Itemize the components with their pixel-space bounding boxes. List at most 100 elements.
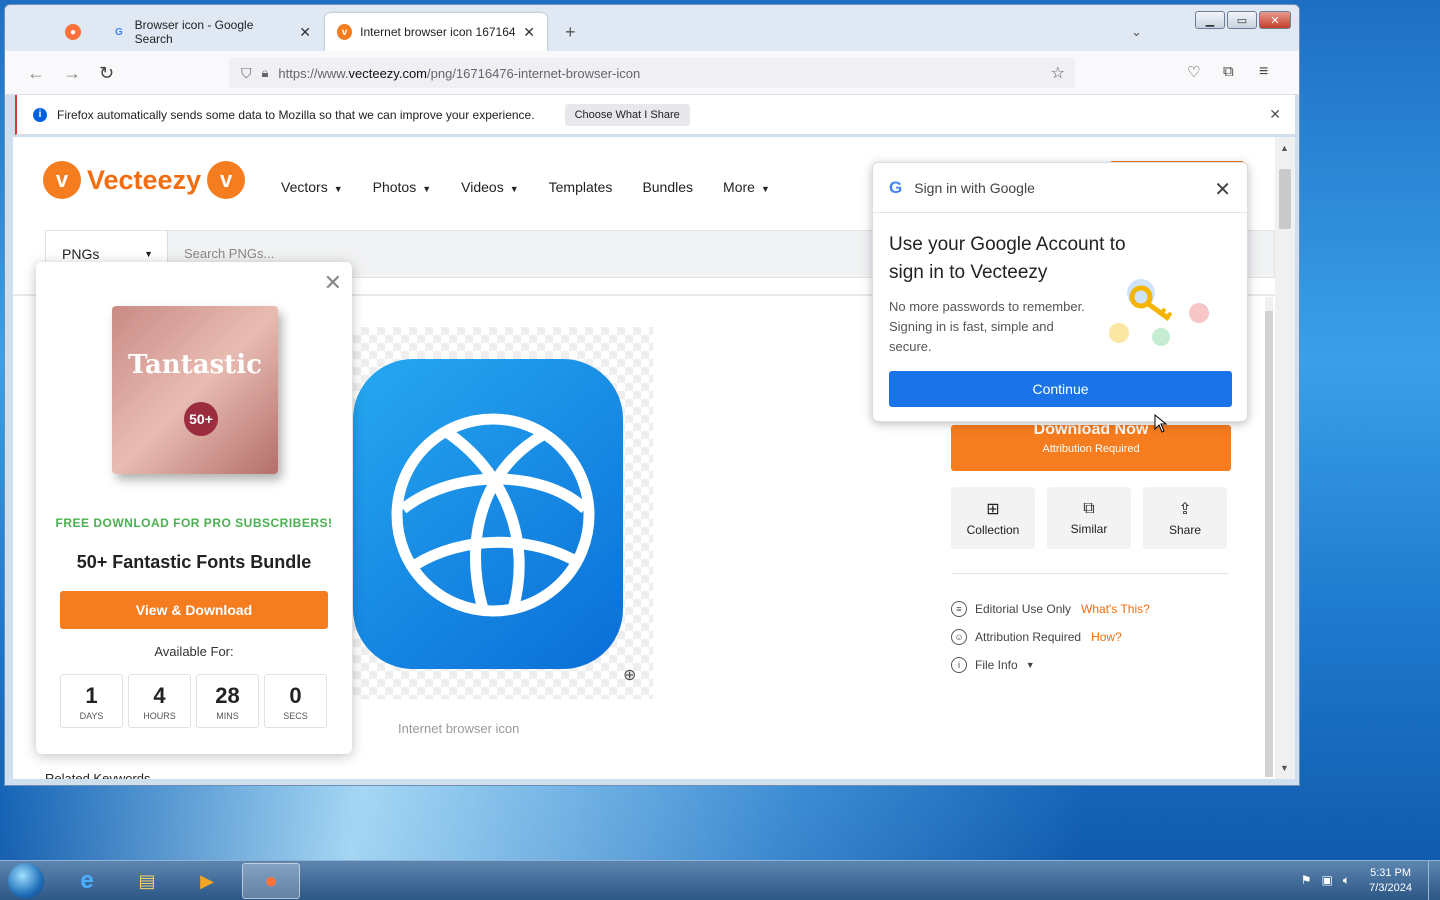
- view-download-button[interactable]: View & Download: [60, 591, 328, 629]
- firefox-icon: ●: [65, 24, 81, 40]
- close-icon[interactable]: ✕: [1214, 177, 1231, 202]
- page-scrollbar[interactable]: ▲ ▼: [1275, 137, 1295, 779]
- whats-this-link[interactable]: What's This?: [1081, 602, 1150, 616]
- telemetry-notification-bar: i Firefox automatically sends some data …: [15, 95, 1295, 135]
- attribution-icon: ☺: [951, 629, 967, 645]
- url-prefix: https://www.: [278, 65, 349, 81]
- key-illustration-icon: [1103, 275, 1213, 355]
- close-icon[interactable]: ✕: [324, 270, 342, 296]
- share-icon: ⇪: [1178, 501, 1192, 518]
- google-popup-header: G Sign in with Google: [873, 163, 1247, 213]
- countdown-unit: SECS: [283, 711, 308, 721]
- zoom-in-icon[interactable]: ⊕: [623, 665, 636, 685]
- promo-title: 50+ Fantastic Fonts Bundle: [76, 552, 312, 572]
- nav-videos[interactable]: Videos ▼: [461, 179, 518, 195]
- countdown-secs: 0 SECS: [264, 674, 327, 728]
- start-button[interactable]: [8, 863, 44, 899]
- vecteezy-logo-mark-icon: v: [43, 161, 81, 199]
- scroll-thumb[interactable]: [1279, 169, 1291, 229]
- tab-firefox-view[interactable]: ●: [53, 13, 95, 51]
- tab-bar: ● G Browser icon - Google Search ✕ v Int…: [5, 5, 1299, 51]
- nav-more[interactable]: More ▼: [723, 179, 770, 195]
- nav-label: Vectors: [281, 179, 328, 195]
- file-info-toggle[interactable]: i File Info ▼: [951, 657, 1035, 673]
- countdown-unit: HOURS: [143, 711, 176, 721]
- close-icon[interactable]: ✕: [523, 24, 535, 41]
- collection-icon: ⊞: [986, 501, 1000, 518]
- chevron-down-icon: ▼: [1025, 660, 1035, 670]
- nav-templates[interactable]: Templates: [549, 179, 613, 195]
- firefox-taskbar-icon[interactable]: ●: [242, 863, 300, 899]
- action-label: Collection: [966, 523, 1020, 537]
- tab-vecteezy[interactable]: v Internet browser icon 16716476 ✕: [325, 13, 547, 51]
- minimize-button[interactable]: ▁: [1195, 11, 1225, 29]
- scroll-down-icon[interactable]: ▼: [1280, 763, 1289, 773]
- shield-icon[interactable]: ⛉: [241, 65, 252, 82]
- nav-toolbar: ← → ↻ ⛉ 🔒︎ https://www.vecteezy.com/png/…: [5, 51, 1299, 95]
- inner-scrollbar[interactable]: [1265, 297, 1273, 777]
- close-icon[interactable]: ✕: [299, 24, 311, 41]
- window-controls: ▁ ▭ ✕: [1195, 11, 1291, 29]
- continue-button[interactable]: Continue: [889, 371, 1232, 407]
- vecteezy-logo[interactable]: v Vecteezy v: [43, 161, 246, 199]
- countdown-value: 0: [289, 683, 302, 708]
- how-link[interactable]: How?: [1091, 630, 1122, 644]
- network-icon[interactable]: ▣: [1321, 873, 1332, 888]
- meta-label: File Info: [975, 658, 1018, 672]
- countdown-mins: 28 MINS: [196, 674, 259, 728]
- clock[interactable]: 5:31 PM 7/3/2024: [1369, 866, 1412, 896]
- chevron-down-icon: ▼: [760, 184, 770, 194]
- show-desktop-button[interactable]: [1428, 861, 1440, 900]
- maximize-button[interactable]: ▭: [1227, 11, 1257, 29]
- choose-what-i-share-button[interactable]: Choose What I Share: [564, 103, 690, 126]
- lock-icon[interactable]: 🔒︎: [262, 65, 269, 81]
- pocket-icon[interactable]: ♡: [1187, 63, 1200, 81]
- google-popup-title: Use your Google Account to sign in to Ve…: [889, 234, 1126, 283]
- close-window-button[interactable]: ✕: [1259, 11, 1291, 29]
- flag-icon[interactable]: ⚑: [1301, 873, 1312, 888]
- countdown-value: 28: [215, 683, 240, 708]
- search-input[interactable]: Search PNGs...: [184, 246, 274, 261]
- notification-text: Firefox automatically sends some data to…: [57, 107, 535, 122]
- tab-list-chevron-icon[interactable]: ⌄: [1119, 13, 1154, 51]
- clock-date: 7/3/2024: [1369, 882, 1412, 894]
- tab-google-search[interactable]: G Browser icon - Google Search ✕: [99, 13, 323, 51]
- file-explorer-icon[interactable]: ▤: [118, 863, 176, 899]
- volume-muted-icon[interactable]: 🔈︎: [1343, 873, 1350, 888]
- chevron-down-icon: ▼: [333, 184, 343, 194]
- chevron-down-icon: ▼: [509, 184, 519, 194]
- media-player-icon[interactable]: ▶: [178, 863, 236, 899]
- url-bar[interactable]: ⛉ 🔒︎ https://www.vecteezy.com/png/167164…: [229, 58, 1075, 88]
- url-path: /png/16716476-internet-browser-icon: [427, 65, 641, 81]
- close-icon[interactable]: ✕: [1269, 106, 1281, 123]
- menu-hamburger-icon[interactable]: ≡: [1259, 63, 1268, 81]
- scroll-up-icon[interactable]: ▲: [1280, 143, 1289, 153]
- extensions-icon[interactable]: ⧉: [1223, 63, 1234, 80]
- google-popup-body: No more passwords to remember. Signing i…: [889, 299, 1085, 354]
- image-preview[interactable]: ⊕: [353, 327, 653, 699]
- meta-label: Editorial Use Only: [975, 602, 1072, 616]
- download-title: Download Now: [1033, 421, 1149, 438]
- download-now-button[interactable]: Download Now Attribution Required: [951, 421, 1231, 471]
- back-arrow-icon[interactable]: ←: [27, 63, 45, 84]
- promo-kicker: FREE DOWNLOAD FOR PRO SUBSCRIBERS!: [55, 516, 333, 530]
- windows-taskbar: e ▤ ▶ ● ⚑ ▣ 🔈︎ 5:31 PM 7/3/2024: [0, 860, 1440, 900]
- nav-vectors[interactable]: Vectors ▼: [281, 179, 343, 195]
- similar-button[interactable]: ⧉ Similar: [1047, 487, 1131, 549]
- bookmark-star-icon[interactable]: ☆: [1051, 63, 1065, 83]
- chevron-down-icon: ▼: [422, 184, 432, 194]
- action-label: Share: [1168, 523, 1202, 537]
- collection-button[interactable]: ⊞ Collection: [951, 487, 1035, 549]
- url-text[interactable]: https://www.vecteezy.com/png/16716476-in…: [278, 66, 640, 81]
- license-editorial: ≡ Editorial Use Only What's This?: [951, 601, 1150, 617]
- internet-explorer-icon[interactable]: e: [58, 863, 116, 899]
- scroll-thumb[interactable]: [1265, 311, 1273, 777]
- new-tab-button[interactable]: +: [553, 13, 588, 51]
- image-caption: Internet browser icon: [398, 721, 520, 736]
- nav-bundles[interactable]: Bundles: [642, 179, 693, 195]
- forward-arrow-icon[interactable]: →: [63, 63, 81, 84]
- reload-icon[interactable]: ↻: [99, 63, 114, 84]
- divider: [951, 573, 1229, 574]
- share-button[interactable]: ⇪ Share: [1143, 487, 1227, 549]
- nav-photos[interactable]: Photos ▼: [373, 179, 432, 195]
